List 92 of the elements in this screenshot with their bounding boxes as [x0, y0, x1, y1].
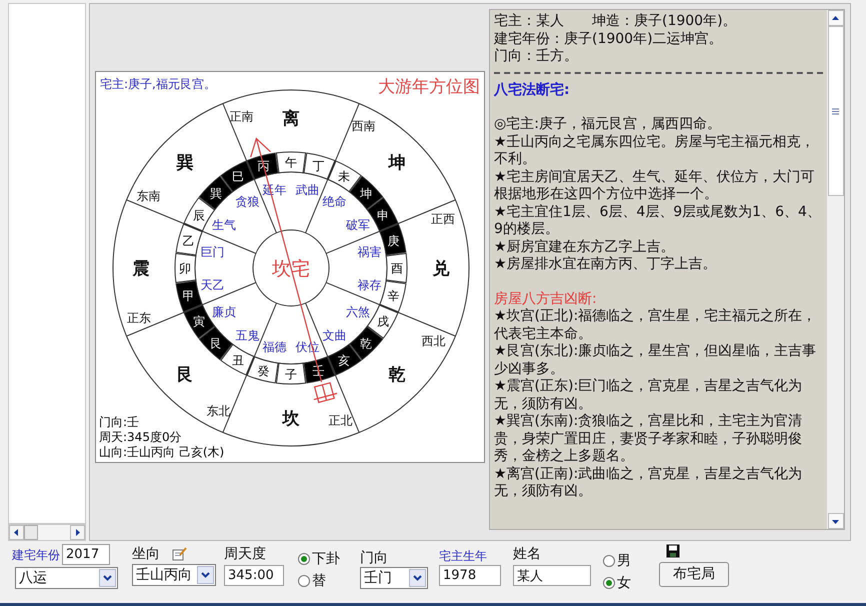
radio-option[interactable]: 下卦	[298, 550, 354, 568]
dropdown[interactable]: 壬山丙向	[132, 564, 216, 586]
direction-label: 正北	[328, 414, 352, 428]
report-paragraph: ★厨房宜建在东方乙字上吉。	[494, 238, 676, 256]
star-label: 武曲	[296, 183, 320, 198]
mountain-cell: 巳	[220, 160, 254, 192]
star-label: 五鬼	[235, 328, 260, 343]
star-label: 绝命	[322, 194, 347, 208]
star-label: 文曲	[322, 328, 347, 343]
input-field[interactable]: 1978	[439, 565, 501, 586]
report-line: 宅主：某人	[494, 13, 564, 30]
caret-icon	[201, 572, 210, 578]
caret-icon	[103, 575, 112, 581]
direction-label: 东南	[136, 188, 160, 203]
direction-label: 西南	[352, 118, 376, 133]
diagram-note: 门向:壬	[99, 415, 140, 430]
diagram-title: 大游年方位图	[378, 76, 480, 99]
report-paragraph: ★震宫(正东):巨门临之，宫克星，吉星之吉气化为无，须防有凶。	[494, 378, 804, 413]
mountain-cell: 午	[276, 152, 306, 174]
dropdown[interactable]: 八运	[15, 567, 118, 589]
trigram-label: 离	[282, 109, 300, 129]
trigram-label: 坤	[388, 152, 406, 173]
report-paragraph: ★艮宫(东北):廉贞临之，星生宫，但凶星临，主吉事少凶事多。	[494, 343, 818, 378]
mountain-cell: 卯	[174, 252, 196, 284]
report-paragraph: ★坎宫(正北):福德临之，宫生星，宅主福元之所在，代表宅主本命。	[494, 308, 818, 343]
dropdown[interactable]: 壬门	[360, 567, 428, 589]
report-line: 坤造：庚子(1900年)。	[592, 13, 737, 30]
section-heading: 八宅法断宅:	[494, 82, 571, 99]
mountain-cell: 艮	[198, 326, 233, 360]
mountain-cell: 乙	[176, 224, 203, 256]
star-label: 禄存	[357, 278, 382, 292]
direction-label: 东北	[206, 404, 230, 418]
mountain-cell: 丁	[304, 152, 336, 180]
direction-label: 西北	[422, 334, 446, 348]
up-arrow-icon	[832, 16, 839, 20]
report-paragraph: ★壬山丙向之宅属东四位宅。房屋与宅主福元相克，不利。	[494, 134, 816, 168]
radio-option[interactable]: 女	[603, 574, 653, 592]
report-paragraph: ★离宫(正南):武曲临之，宫克星，吉星之吉气化为无，须防有凶。	[494, 466, 804, 500]
vertical-scrollbar[interactable]	[827, 10, 844, 529]
diagram-note: 周天:345度0分	[99, 430, 182, 445]
trigram-label: 艮	[176, 365, 194, 386]
radio-option[interactable]: 男	[603, 552, 653, 570]
report-paragraph: ★巽宫(东南):贪狼临之，宫星比和，主宅主为官清贵，身荣广置田庄，妻贤子孝家和睦，子孙聪明俊秀，金榜之上多题名。	[494, 413, 804, 466]
star-label: 福德	[262, 340, 286, 354]
mountain-cell: 坤	[349, 176, 384, 210]
house-label: 坎宅	[272, 258, 310, 280]
star-label: 祸害	[357, 244, 382, 259]
field-label: 门向	[360, 549, 389, 567]
field-label: 坐向	[132, 544, 160, 564]
trigram-label: 乾	[388, 365, 406, 386]
mountain-cell: 癸	[246, 356, 278, 384]
right-arrow-icon	[75, 529, 80, 536]
report-line: 门向：壬方。	[494, 48, 578, 66]
report-line: 建宅年份：庚子(1900年)二运坤宫。	[494, 30, 723, 48]
mountain-cell: 酉	[386, 252, 408, 284]
trigram-label: 坎	[282, 409, 300, 429]
caret-icon	[413, 575, 422, 581]
report-paragraph: ◎宅主:庚子，福元艮宫，属西四命。	[494, 116, 722, 134]
field-label: 周天度	[224, 545, 267, 564]
horizontal-scrollbar[interactable]	[8, 524, 86, 541]
field-label: 建宅年份	[12, 546, 60, 564]
field-label: 姓名	[513, 545, 542, 564]
scroll-thumb[interactable]	[24, 525, 38, 540]
trigram-label: 巽	[176, 152, 194, 173]
trigram-label: 震	[132, 259, 150, 279]
direction-label: 正西	[431, 212, 456, 226]
mountain-cell: 子	[276, 362, 306, 384]
mountain-cell: 丑	[220, 344, 254, 376]
submit-button[interactable]: 布宅局	[659, 562, 729, 587]
star-label: 贪狼	[235, 194, 260, 208]
input-field[interactable]: 2017	[62, 544, 110, 565]
owner-note: 宅主:庚子,福元艮宫。	[100, 76, 216, 93]
radio-option[interactable]: 替	[298, 572, 354, 590]
report-paragraph: ★宅主房间宜居天乙、生气、延年、伏位方，大门可根据地形在这四个方位中选择一个。	[494, 168, 816, 204]
input-field[interactable]: 345:00	[224, 565, 284, 586]
direction-label: 正南	[230, 109, 254, 124]
save-icon[interactable]	[666, 544, 680, 558]
section-heading: 房屋八方吉凶断:	[494, 290, 598, 308]
edit-icon	[172, 547, 187, 561]
star-label: 天乙	[200, 278, 225, 292]
trigram-label: 兑	[432, 259, 450, 279]
report-paragraph: ★宅主宜住1层、6层、4层、9层或尾数为1、6、4、9的楼层。	[494, 204, 822, 238]
star-label: 巨门	[200, 244, 225, 259]
down-arrow-icon	[832, 518, 839, 524]
direction-label: 正东	[126, 310, 151, 325]
field-label: 宅主生年	[439, 548, 488, 564]
scroll-thumb[interactable]	[828, 26, 844, 196]
diagram-note: 山向:壬山丙向 己亥(木)	[99, 445, 224, 460]
report-paragraph: ★房屋排水宜在南方丙、丁字上吉。	[494, 256, 718, 274]
input-field[interactable]: 某人	[513, 565, 591, 586]
grip-icon	[832, 108, 839, 114]
left-arrow-icon	[14, 529, 19, 536]
